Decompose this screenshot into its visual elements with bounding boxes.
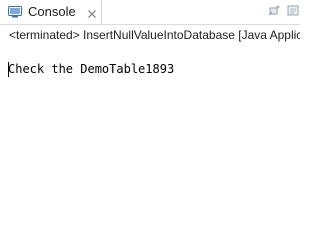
close-icon[interactable]	[87, 6, 97, 18]
console-tab-bar: Console	[0, 0, 300, 25]
tab-console-label: Console	[28, 4, 76, 19]
tab-console[interactable]: Console	[0, 0, 102, 24]
console-monitor-icon	[8, 5, 22, 18]
remove-terminated-icon[interactable]	[286, 3, 302, 19]
console-output-line: Check the DemoTable1893	[8, 62, 175, 76]
process-status-line: <terminated> InsertNullValueIntoDatabase…	[9, 28, 300, 42]
pin-console-icon[interactable]	[266, 3, 282, 19]
console-output-area[interactable]: Check the DemoTable1893	[0, 48, 300, 210]
console-view: Console <terminated> InsertNullValueInto…	[0, 0, 300, 210]
